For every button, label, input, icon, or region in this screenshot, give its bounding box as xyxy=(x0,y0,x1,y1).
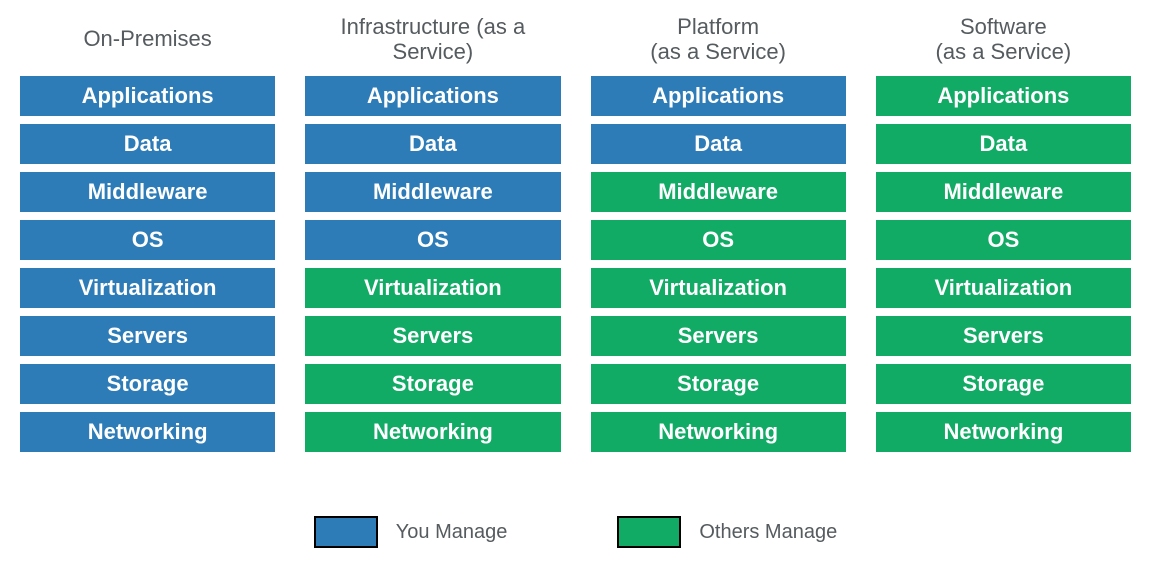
layer-middleware: Middleware xyxy=(591,172,846,212)
layer-virtualization: Virtualization xyxy=(591,268,846,308)
layer-virtualization: Virtualization xyxy=(305,268,560,308)
column-title: Platform (as a Service) xyxy=(650,10,786,68)
layer-os: OS xyxy=(20,220,275,260)
layer-networking: Networking xyxy=(20,412,275,452)
legend-label: You Manage xyxy=(396,521,508,544)
column-title: Software (as a Service) xyxy=(936,10,1072,68)
layer-applications: Applications xyxy=(305,76,560,116)
layer-networking: Networking xyxy=(591,412,846,452)
layer-storage: Storage xyxy=(876,364,1131,404)
layer-os: OS xyxy=(876,220,1131,260)
layer-storage: Storage xyxy=(591,364,846,404)
layer-os: OS xyxy=(591,220,846,260)
layer-storage: Storage xyxy=(305,364,560,404)
legend-item-others-manage: Others Manage xyxy=(617,516,837,548)
layer-data: Data xyxy=(876,124,1131,164)
layer-os: OS xyxy=(305,220,560,260)
column-saas: Software (as a Service) Applications Dat… xyxy=(876,10,1131,456)
legend-swatch-you xyxy=(314,516,378,548)
layer-virtualization: Virtualization xyxy=(20,268,275,308)
column-paas: Platform (as a Service) Applications Dat… xyxy=(591,10,846,456)
layer-networking: Networking xyxy=(876,412,1131,452)
layer-servers: Servers xyxy=(20,316,275,356)
layer-networking: Networking xyxy=(305,412,560,452)
layer-data: Data xyxy=(591,124,846,164)
layer-middleware: Middleware xyxy=(305,172,560,212)
layer-middleware: Middleware xyxy=(20,172,275,212)
layer-servers: Servers xyxy=(305,316,560,356)
layer-data: Data xyxy=(305,124,560,164)
layer-virtualization: Virtualization xyxy=(876,268,1131,308)
service-model-columns: On-Premises Applications Data Middleware… xyxy=(20,10,1131,456)
layer-applications: Applications xyxy=(591,76,846,116)
layer-servers: Servers xyxy=(591,316,846,356)
column-iaas: Infrastructure (as a Service) Applicatio… xyxy=(305,10,560,456)
layer-applications: Applications xyxy=(20,76,275,116)
legend: You Manage Others Manage xyxy=(20,516,1131,548)
column-title: On-Premises xyxy=(83,10,211,68)
layer-data: Data xyxy=(20,124,275,164)
layer-servers: Servers xyxy=(876,316,1131,356)
column-on-premises: On-Premises Applications Data Middleware… xyxy=(20,10,275,456)
column-title: Infrastructure (as a Service) xyxy=(341,10,526,68)
layer-middleware: Middleware xyxy=(876,172,1131,212)
legend-label: Others Manage xyxy=(699,521,837,544)
legend-swatch-others xyxy=(617,516,681,548)
layer-storage: Storage xyxy=(20,364,275,404)
layer-applications: Applications xyxy=(876,76,1131,116)
legend-item-you-manage: You Manage xyxy=(314,516,508,548)
